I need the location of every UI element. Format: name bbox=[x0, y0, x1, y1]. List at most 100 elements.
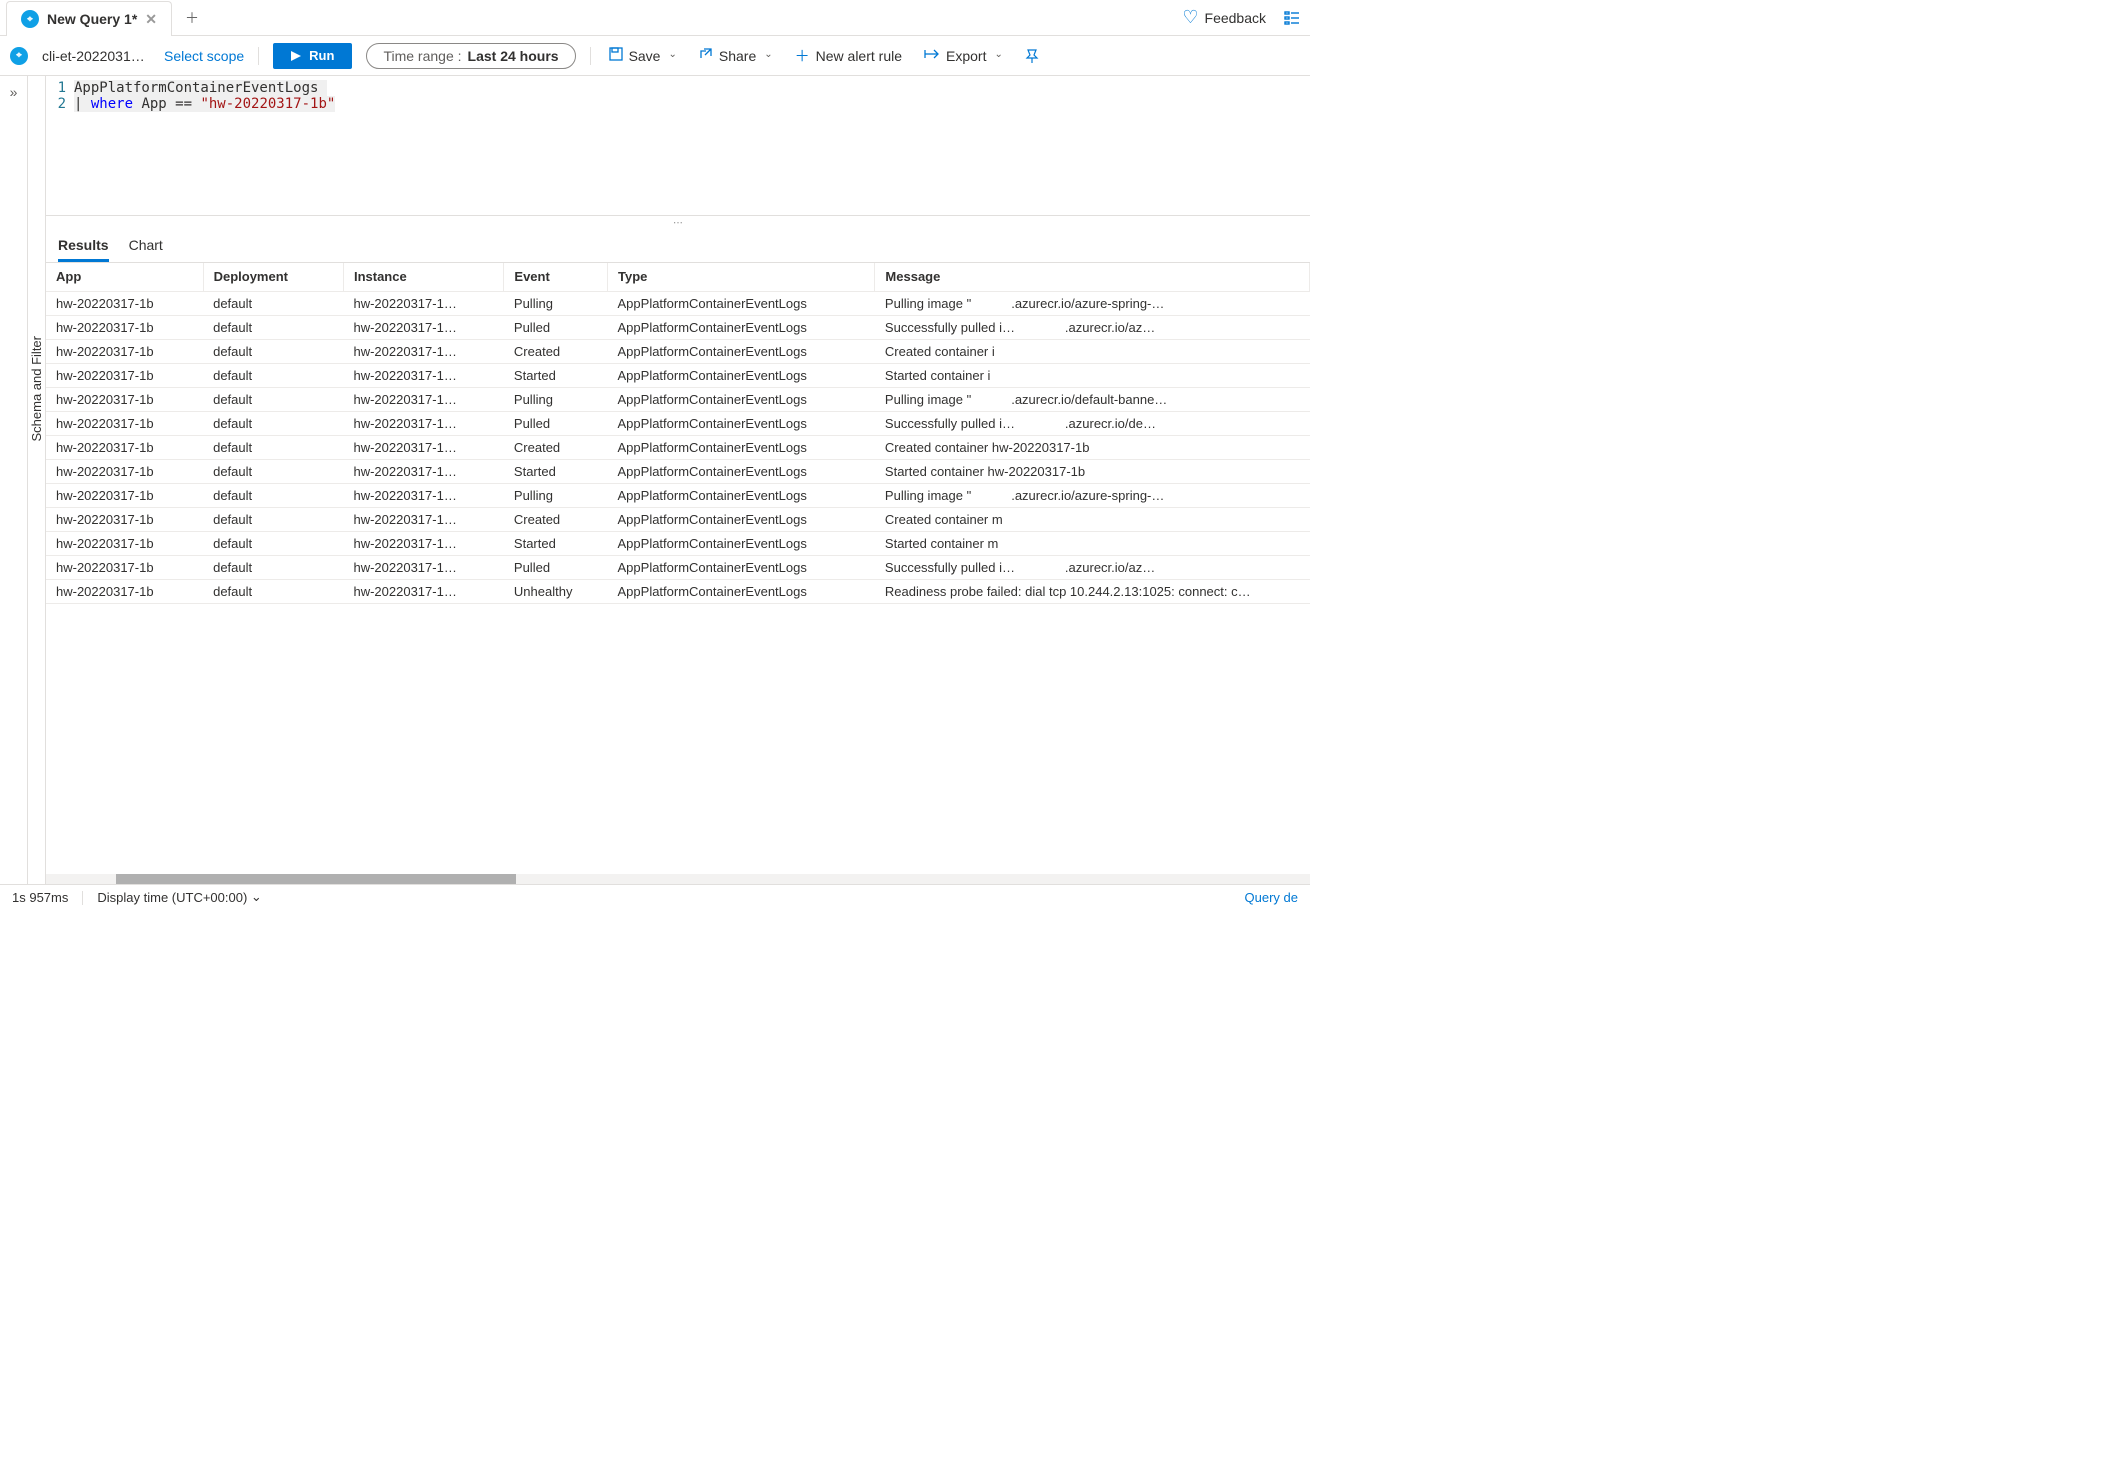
cell-inst: hw-20220317-1… bbox=[343, 507, 503, 531]
tab-results[interactable]: Results bbox=[58, 233, 109, 262]
cell-inst: hw-20220317-1… bbox=[343, 291, 503, 315]
cell-type: AppPlatformContainerEventLogs bbox=[608, 579, 875, 603]
new-alert-button[interactable]: ＋ New alert rule bbox=[791, 43, 906, 69]
table-row[interactable]: hw-20220317-1bdefaulthw-20220317-1…Unhea… bbox=[46, 579, 1310, 603]
splitter-handle[interactable]: ∙∙∙ bbox=[46, 215, 1310, 227]
save-button[interactable]: Save ⌄ bbox=[605, 43, 681, 69]
close-icon[interactable]: ✕ bbox=[145, 11, 157, 28]
cell-dep: default bbox=[203, 531, 343, 555]
col-header[interactable]: Event bbox=[504, 263, 608, 291]
schema-filter-rail[interactable]: Schema and Filter bbox=[28, 76, 46, 884]
cell-evt: Pulled bbox=[504, 555, 608, 579]
cell-evt: Unhealthy bbox=[504, 579, 608, 603]
table-row[interactable]: hw-20220317-1bdefaulthw-20220317-1…Pulle… bbox=[46, 411, 1310, 435]
table-row[interactable]: hw-20220317-1bdefaulthw-20220317-1…Pulle… bbox=[46, 315, 1310, 339]
cell-app: hw-20220317-1b bbox=[46, 555, 203, 579]
cell-app: hw-20220317-1b bbox=[46, 435, 203, 459]
col-header[interactable]: Type bbox=[608, 263, 875, 291]
chevron-down-icon: ⌄ bbox=[764, 49, 772, 60]
select-scope-link[interactable]: Select scope bbox=[164, 48, 244, 64]
pin-button[interactable] bbox=[1021, 43, 1043, 69]
table-row[interactable]: hw-20220317-1bdefaulthw-20220317-1…Start… bbox=[46, 531, 1310, 555]
results-grid: App Deployment Instance Event Type Messa… bbox=[46, 263, 1310, 604]
col-header[interactable]: Deployment bbox=[203, 263, 343, 291]
table-row[interactable]: hw-20220317-1bdefaulthw-20220317-1…Creat… bbox=[46, 507, 1310, 531]
cell-type: AppPlatformContainerEventLogs bbox=[608, 411, 875, 435]
table-row[interactable]: hw-20220317-1bdefaulthw-20220317-1…Pulli… bbox=[46, 291, 1310, 315]
cell-app: hw-20220317-1b bbox=[46, 363, 203, 387]
cell-evt: Started bbox=[504, 531, 608, 555]
cell-message: Successfully pulled image ".azurecr.io/a… bbox=[875, 315, 1310, 339]
tab-active[interactable]: ⌖ New Query 1* ✕ bbox=[6, 1, 172, 36]
time-range-picker[interactable]: Time range : Last 24 hours bbox=[366, 43, 575, 69]
cell-message: Started container m bbox=[875, 531, 1310, 555]
cell-evt: Pulling bbox=[504, 483, 608, 507]
cell-type: AppPlatformContainerEventLogs bbox=[608, 555, 875, 579]
table-row[interactable]: hw-20220317-1bdefaulthw-20220317-1…Creat… bbox=[46, 339, 1310, 363]
table-row[interactable]: hw-20220317-1bdefaulthw-20220317-1…Start… bbox=[46, 363, 1310, 387]
list-icon bbox=[1284, 10, 1300, 26]
export-button[interactable]: Export ⌄ bbox=[920, 43, 1007, 69]
cell-evt: Created bbox=[504, 339, 608, 363]
expand-left-rail[interactable]: » bbox=[0, 76, 28, 884]
cell-type: AppPlatformContainerEventLogs bbox=[608, 387, 875, 411]
cell-message: Pulling image ".azurecr.io/default-banne… bbox=[875, 387, 1310, 411]
tab-chart[interactable]: Chart bbox=[129, 233, 163, 262]
feedback-button[interactable]: ♡ Feedback bbox=[1182, 7, 1266, 28]
table-row[interactable]: hw-20220317-1bdefaulthw-20220317-1…Start… bbox=[46, 459, 1310, 483]
add-tab-button[interactable]: ＋ bbox=[178, 4, 206, 32]
schema-filter-label: Schema and Filter bbox=[29, 336, 44, 442]
cell-app: hw-20220317-1b bbox=[46, 579, 203, 603]
cell-type: AppPlatformContainerEventLogs bbox=[608, 507, 875, 531]
cell-evt: Created bbox=[504, 435, 608, 459]
cell-message: Started container i bbox=[875, 363, 1310, 387]
cell-message: Successfully pulled image ".azurecr.io/d… bbox=[875, 411, 1310, 435]
cell-message: Pulling image ".azurecr.io/azure-spring-… bbox=[875, 483, 1310, 507]
chevron-down-icon: ⌄ bbox=[994, 49, 1002, 60]
col-header[interactable]: Instance bbox=[343, 263, 503, 291]
export-icon bbox=[924, 47, 940, 64]
col-header[interactable]: App bbox=[46, 263, 203, 291]
run-button[interactable]: Run bbox=[273, 43, 352, 69]
query-details-link[interactable]: Query de bbox=[1245, 890, 1298, 905]
cell-dep: default bbox=[203, 507, 343, 531]
toolbar: ⌖ cli-et-20220317-1… Select scope Run Ti… bbox=[0, 36, 1310, 76]
cell-dep: default bbox=[203, 339, 343, 363]
table-row[interactable]: hw-20220317-1bdefaulthw-20220317-1…Pulle… bbox=[46, 555, 1310, 579]
feedback-label: Feedback bbox=[1205, 10, 1266, 26]
new-alert-label: New alert rule bbox=[816, 48, 902, 64]
tab-strip: ⌖ New Query 1* ✕ ＋ ♡ Feedback bbox=[0, 0, 1310, 36]
line-number: 2 bbox=[46, 96, 74, 112]
cell-message: Readiness probe failed: dial tcp 10.244.… bbox=[875, 579, 1310, 603]
cell-app: hw-20220317-1b bbox=[46, 339, 203, 363]
header-row: App Deployment Instance Event Type Messa… bbox=[46, 263, 1310, 291]
query-editor[interactable]: 1 AppPlatformContainerEventLogs 2 | wher… bbox=[46, 76, 1310, 216]
cell-app: hw-20220317-1b bbox=[46, 531, 203, 555]
cell-evt: Started bbox=[504, 459, 608, 483]
cell-inst: hw-20220317-1… bbox=[343, 459, 503, 483]
cell-app: hw-20220317-1b bbox=[46, 315, 203, 339]
separator bbox=[258, 47, 259, 65]
cell-message: Created container i bbox=[875, 339, 1310, 363]
cell-message: Created container hw-20220317-1b bbox=[875, 435, 1310, 459]
query-duration: 1s 957ms bbox=[12, 890, 68, 905]
cell-inst: hw-20220317-1… bbox=[343, 339, 503, 363]
share-label: Share bbox=[719, 48, 756, 64]
cell-inst: hw-20220317-1… bbox=[343, 387, 503, 411]
table-row[interactable]: hw-20220317-1bdefaulthw-20220317-1…Pulli… bbox=[46, 387, 1310, 411]
share-button[interactable]: Share ⌄ bbox=[695, 43, 777, 69]
table-row[interactable]: hw-20220317-1bdefaulthw-20220317-1…Pulli… bbox=[46, 483, 1310, 507]
horizontal-scrollbar[interactable] bbox=[46, 874, 1310, 884]
scrollbar-thumb[interactable] bbox=[116, 874, 516, 884]
col-header[interactable]: Message bbox=[875, 263, 1310, 291]
cell-type: AppPlatformContainerEventLogs bbox=[608, 315, 875, 339]
cell-type: AppPlatformContainerEventLogs bbox=[608, 483, 875, 507]
cell-type: AppPlatformContainerEventLogs bbox=[608, 459, 875, 483]
display-time-picker[interactable]: Display time (UTC+00:00) ⌄ bbox=[97, 890, 261, 906]
cell-inst: hw-20220317-1… bbox=[343, 411, 503, 435]
queries-pane-button[interactable] bbox=[1284, 10, 1300, 26]
table-row[interactable]: hw-20220317-1bdefaulthw-20220317-1…Creat… bbox=[46, 435, 1310, 459]
separator bbox=[590, 47, 591, 65]
cell-evt: Pulling bbox=[504, 291, 608, 315]
results-grid-wrapper: App Deployment Instance Event Type Messa… bbox=[46, 263, 1310, 874]
